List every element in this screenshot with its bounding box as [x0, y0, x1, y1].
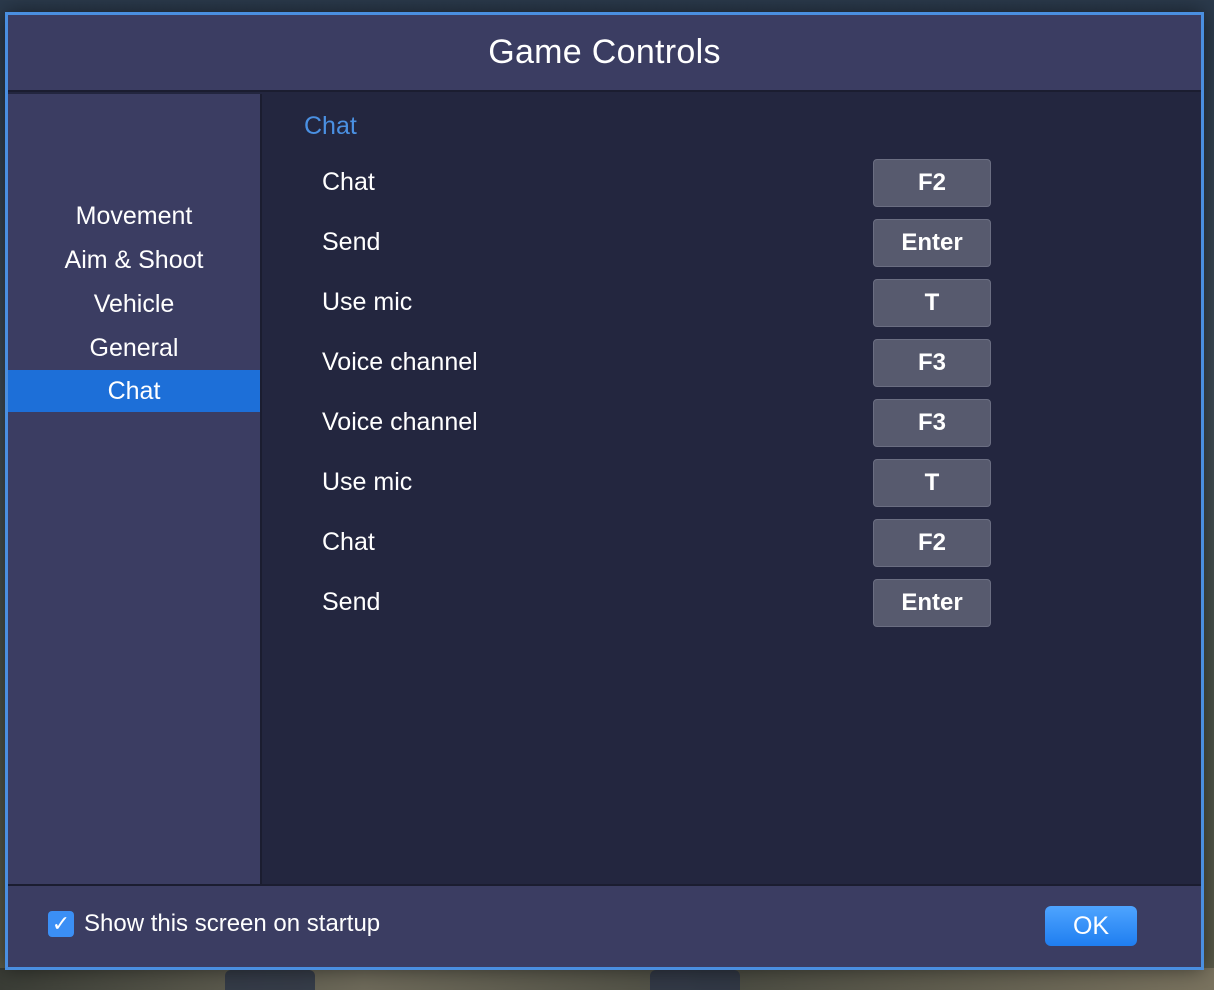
desktop-background	[0, 968, 1214, 990]
checkmark-icon: ✓	[51, 911, 71, 936]
sidebar-item-vehicle[interactable]: Vehicle	[8, 282, 260, 326]
dialog-title: Game Controls	[488, 33, 721, 71]
binding-action-label: Use mic	[322, 288, 413, 316]
startup-checkbox[interactable]: ✓	[48, 911, 74, 937]
bindings-panel: Chat Chat F2 Send Enter Use mic T Voice …	[264, 94, 1201, 886]
sidebar-item-aim-shoot[interactable]: Aim & Shoot	[8, 238, 260, 282]
binding-action-label: Send	[322, 228, 381, 256]
show-on-startup-toggle[interactable]: ✓ Show this screen on startup	[48, 910, 380, 938]
bindings-list: Chat F2 Send Enter Use mic T Voice chann…	[322, 156, 1002, 636]
binding-row: Send Enter	[322, 216, 1002, 276]
game-controls-dialog: Game Controls Movement Aim & Shoot Vehic…	[5, 12, 1204, 970]
binding-row: Send Enter	[322, 576, 1002, 636]
key-binding-button[interactable]: Enter	[873, 579, 991, 627]
sidebar-item-movement[interactable]: Movement	[8, 194, 260, 238]
key-binding-button[interactable]: T	[873, 459, 991, 507]
binding-row: Use mic T	[322, 276, 1002, 336]
desktop-icon-tile	[225, 970, 315, 990]
dialog-footer: ✓ Show this screen on startup OK	[8, 884, 1201, 967]
binding-row: Use mic T	[322, 456, 1002, 516]
binding-action-label: Chat	[322, 528, 375, 556]
startup-checkbox-label[interactable]: Show this screen on startup	[84, 910, 380, 938]
desktop-icon-tile	[650, 970, 740, 990]
key-binding-button[interactable]: Enter	[873, 219, 991, 267]
binding-action-label: Send	[322, 588, 381, 616]
section-title: Chat	[304, 112, 357, 140]
binding-row: Chat F2	[322, 516, 1002, 576]
binding-action-label: Voice channel	[322, 348, 478, 376]
key-binding-button[interactable]: F2	[873, 519, 991, 567]
key-binding-button[interactable]: T	[873, 279, 991, 327]
category-sidebar: Movement Aim & Shoot Vehicle General Cha…	[8, 94, 262, 886]
key-binding-button[interactable]: F3	[873, 399, 991, 447]
binding-action-label: Chat	[322, 168, 375, 196]
key-binding-button[interactable]: F3	[873, 339, 991, 387]
sidebar-item-chat[interactable]: Chat	[8, 370, 260, 412]
binding-row: Voice channel F3	[322, 336, 1002, 396]
key-binding-button[interactable]: F2	[873, 159, 991, 207]
binding-action-label: Voice channel	[322, 408, 478, 436]
binding-row: Voice channel F3	[322, 396, 1002, 456]
binding-row: Chat F2	[322, 156, 1002, 216]
title-bar: Game Controls	[8, 15, 1201, 92]
sidebar-item-general[interactable]: General	[8, 326, 260, 370]
ok-button[interactable]: OK	[1045, 906, 1137, 946]
binding-action-label: Use mic	[322, 468, 413, 496]
